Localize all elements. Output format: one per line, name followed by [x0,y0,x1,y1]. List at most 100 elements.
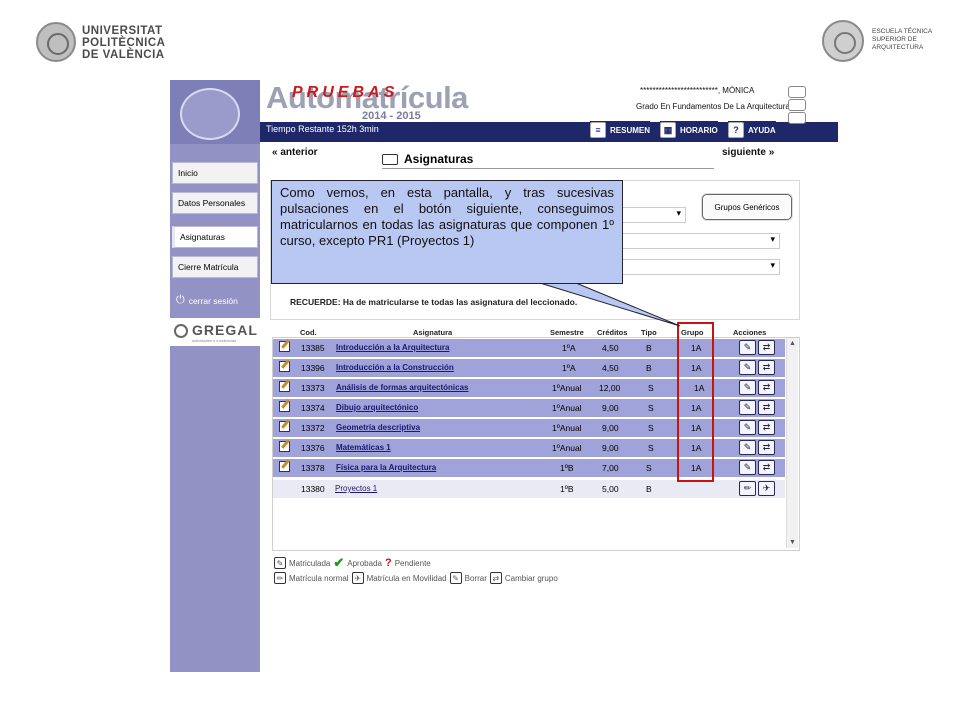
row-subject-link[interactable]: Introducción a la Construcción [336,363,454,372]
row-subject-link[interactable]: Geometría descriptiva [336,423,420,432]
row-credits: 4,50 [602,343,619,353]
upv-seal-big-icon [180,88,240,140]
academic-year: 2014 - 2015 [362,110,421,122]
delete-icon[interactable]: ✎ [739,400,756,415]
scroll-up-icon[interactable]: ▲ [789,340,796,347]
legend-pendiente: Pendiente [394,558,431,568]
row-semester: 1ºA [562,343,576,353]
legend-borrar: Borrar [464,573,487,583]
row-subject-link[interactable]: Física para la Arquitectura [336,463,436,472]
row-subject-link[interactable]: Análisis de formas arquitectónicas [336,383,469,392]
check-icon: ✔ [333,555,345,570]
grupos-genericos-button[interactable]: Grupos Genéricos [702,194,792,220]
sidebar-item-label: Cierre Matrícula [178,262,239,272]
grupo-highlight-box [677,322,714,482]
table-scrollbar[interactable]: ▲ ▼ [786,338,798,548]
extra-box[interactable] [788,112,806,124]
sidebar-item-label: Inicio [178,168,198,178]
sidebar-item-label: Asignaturas [180,232,225,242]
enrolled-icon [279,361,290,372]
swap-icon: ⇄ [489,572,502,584]
row-credits: 4,50 [602,363,619,373]
pencil-icon: ✏ [274,572,286,584]
enrolled-icon [279,441,290,452]
upv-logo-line: POLITÈCNICA [82,37,166,49]
upv-logo-line: DE VALÈNCIA [82,49,165,61]
row-credits: 9,00 [602,423,619,433]
scroll-down-icon[interactable]: ▼ [789,539,796,546]
horario-button[interactable]: ▦ HORARIO [660,121,718,139]
row-credits: 7,00 [602,463,619,473]
mobility-icon: ✈ [351,572,364,584]
row-type: B [646,343,652,353]
gregal-sublabel: actividades e incidencias [192,338,237,343]
col-tipo: Tipo [641,328,657,337]
row-credits: 12,00 [599,383,621,393]
degree-box[interactable] [788,99,806,111]
etsa-logo-line: ARQUITECTURA [872,44,924,51]
change-group-icon[interactable]: ⇄ [758,380,775,395]
resumen-button[interactable]: ≡ RESUMEN [590,121,651,139]
enrolled-icon [279,461,290,472]
delete-icon[interactable]: ✎ [739,340,756,355]
row-subject-link[interactable]: Introducción a la Arquitectura [336,343,450,352]
legend-row-status: ✎ Matriculada ✔ Aprobada ? Pendiente [274,555,431,571]
row-semester: 1ºAnual [552,383,582,393]
row-semester: 1ºB [560,484,574,494]
row-semester: 1ºA [562,363,576,373]
row-cod: 13385 [301,343,325,353]
sidebar [170,144,260,672]
calendar-icon: ▦ [660,122,676,138]
etsa-logo-line: SUPERIOR DE [872,36,917,43]
row-subject-link[interactable]: Dibujo arquitectónico [336,403,418,412]
row-type: S [648,403,654,413]
delete-icon[interactable]: ✎ [739,420,756,435]
row-semester: 1ºB [560,463,574,473]
degree-name: Grado En Fundamentos De La Arquitectura [636,102,790,111]
annotation-callout: Como vemos, en esta pantalla, y tras suc… [271,180,623,284]
row-cod: 13374 [301,403,325,413]
row-type: S [648,423,654,433]
section-title: Asignaturas [404,152,474,166]
row-semester: 1ºAnual [552,443,582,453]
enrolled-icon [279,381,290,392]
change-group-icon[interactable]: ⇄ [758,440,775,455]
ayuda-button[interactable]: ? AYUDA [728,121,776,139]
section-header: Asignaturas [382,150,714,169]
gregal-logo[interactable]: GREGAL actividades e incidencias [170,318,260,346]
change-group-icon[interactable]: ⇄ [758,340,775,355]
gregal-label: GREGAL [192,322,258,338]
question-icon: ? [384,557,392,569]
row-subject-link[interactable]: Proyectos 1 [335,484,377,493]
logout-link[interactable]: ⏻ cerrar sesión [176,294,238,307]
ayuda-label: AYUDA [748,125,776,135]
legend-matriculada: Matriculada [289,558,331,568]
reminder-text: RECUERDE: Ha de matricularse te todas la… [290,297,578,307]
sidebar-item-inicio[interactable]: Inicio [172,162,258,184]
change-group-icon[interactable]: ⇄ [758,360,775,375]
enroll-normal-icon[interactable]: ✏ [739,481,756,496]
delete-icon[interactable]: ✎ [739,460,756,475]
prev-link[interactable]: « anterior [272,147,318,158]
row-cod: 13378 [301,463,325,473]
row-cod: 13372 [301,423,325,433]
delete-icon[interactable]: ✎ [739,360,756,375]
row-cod: 13380 [301,484,325,494]
sidebar-item-asignaturas[interactable]: Asignaturas [172,226,258,248]
row-credits: 9,00 [602,403,619,413]
sidebar-item-cierre-matricula[interactable]: Cierre Matrícula [172,256,258,278]
delete-icon[interactable]: ✎ [739,440,756,455]
sidebar-item-datos-personales[interactable]: Datos Personales [172,192,258,214]
user-box[interactable] [788,86,806,98]
change-group-icon[interactable]: ⇄ [758,420,775,435]
row-cod: 13373 [301,383,325,393]
delete-icon[interactable]: ✎ [739,380,756,395]
row-subject-link[interactable]: Matemáticas 1 [336,443,391,452]
legend-matricula-normal: Matrícula normal [289,573,349,583]
enroll-mobility-icon[interactable]: ✈ [758,481,775,496]
horario-label: HORARIO [680,125,718,135]
next-link[interactable]: siguiente » [722,147,774,158]
change-group-icon[interactable]: ⇄ [758,460,775,475]
change-group-icon[interactable]: ⇄ [758,400,775,415]
help-icon: ? [728,122,744,138]
